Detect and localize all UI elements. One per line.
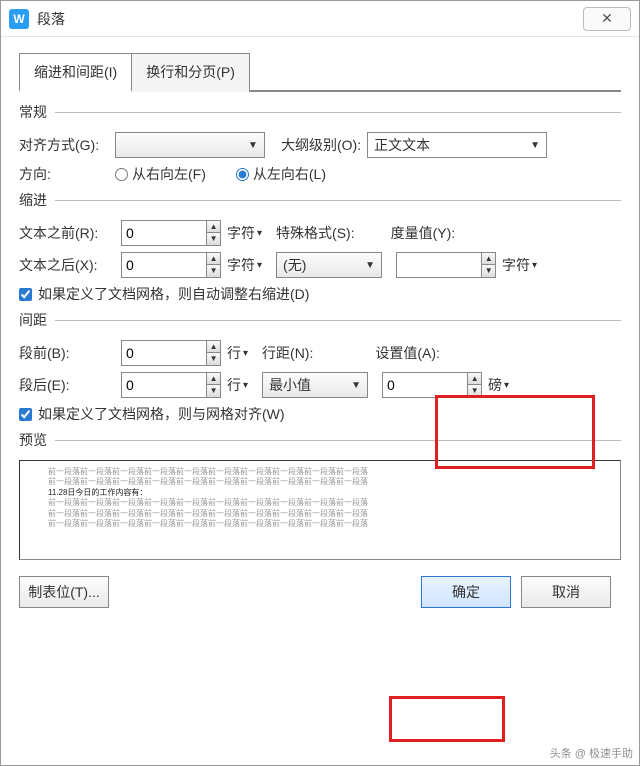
spin-up-icon: ▲ bbox=[207, 253, 220, 265]
chevron-down-icon: ▼ bbox=[528, 140, 542, 151]
spin-down-icon: ▼ bbox=[468, 385, 481, 397]
measure-spin[interactable]: ▲▼ bbox=[396, 252, 496, 278]
close-button[interactable]: ✕ bbox=[583, 7, 631, 31]
align-label: 对齐方式(G): bbox=[19, 135, 109, 155]
spacing-grid-check[interactable]: 如果定义了文档网格，则与网格对齐(W) bbox=[19, 404, 285, 424]
spin-up-icon: ▲ bbox=[207, 341, 220, 353]
special-combo[interactable]: (无) ▼ bbox=[276, 252, 382, 278]
indent-grid-check[interactable]: 如果定义了文档网格，则自动调整右缩进(D) bbox=[19, 284, 309, 304]
spin-down-icon: ▼ bbox=[207, 265, 220, 277]
spin-down-icon: ▼ bbox=[207, 385, 220, 397]
indent-before-unit[interactable]: 字符▾ bbox=[227, 223, 262, 243]
indent-before-label: 文本之前(R): bbox=[19, 223, 115, 243]
indent-before-spin[interactable]: ▲▼ bbox=[121, 220, 221, 246]
chevron-down-icon: ▼ bbox=[246, 140, 260, 151]
space-after-unit[interactable]: 行▾ bbox=[227, 375, 248, 395]
space-before-spin[interactable]: ▲▼ bbox=[121, 340, 221, 366]
direction-label: 方向: bbox=[19, 164, 109, 184]
window-title: 段落 bbox=[37, 9, 583, 29]
indent-after-spin[interactable]: ▲▼ bbox=[121, 252, 221, 278]
preview-box: 前一段落前一段落前一段落前一段落前一段落前一段落前一段落前一段落前一段落前一段落… bbox=[19, 460, 621, 560]
tab-pagination[interactable]: 换行和分页(P) bbox=[132, 53, 250, 92]
watermark: 头条 @ 极速手助 bbox=[550, 745, 633, 761]
line-spacing-label: 行距(N): bbox=[262, 343, 313, 363]
space-before-label: 段前(B): bbox=[19, 343, 115, 363]
ok-button[interactable]: 确定 bbox=[421, 576, 511, 608]
app-icon: W bbox=[9, 9, 29, 29]
special-label: 特殊格式(S): bbox=[276, 223, 355, 243]
section-general-title: 常规 bbox=[19, 102, 47, 122]
section-indent-title: 缩进 bbox=[19, 190, 47, 210]
spin-down-icon: ▼ bbox=[482, 265, 495, 277]
outline-label: 大纲级别(O): bbox=[281, 135, 361, 155]
align-combo[interactable]: ▼ bbox=[115, 132, 265, 158]
tab-indent-spacing[interactable]: 缩进和间距(I) bbox=[19, 53, 132, 92]
spin-up-icon: ▲ bbox=[468, 373, 481, 385]
set-value-unit[interactable]: 磅▾ bbox=[488, 375, 509, 395]
space-after-spin[interactable]: ▲▼ bbox=[121, 372, 221, 398]
outline-combo[interactable]: 正文文本 ▼ bbox=[367, 132, 547, 158]
indent-after-unit[interactable]: 字符▾ bbox=[227, 255, 262, 275]
tab-bar: 缩进和间距(I) 换行和分页(P) bbox=[19, 51, 621, 92]
spin-up-icon: ▲ bbox=[482, 253, 495, 265]
spin-up-icon: ▲ bbox=[207, 221, 220, 233]
section-spacing-title: 间距 bbox=[19, 310, 47, 330]
cancel-button[interactable]: 取消 bbox=[521, 576, 611, 608]
chevron-down-icon: ▼ bbox=[349, 380, 363, 391]
chevron-down-icon: ▼ bbox=[363, 260, 377, 271]
spin-up-icon: ▲ bbox=[207, 373, 220, 385]
line-spacing-combo[interactable]: 最小值 ▼ bbox=[262, 372, 368, 398]
measure-label: 度量值(Y): bbox=[391, 223, 456, 243]
tabs-button[interactable]: 制表位(T)... bbox=[19, 576, 109, 608]
measure-unit[interactable]: 字符▾ bbox=[502, 255, 537, 275]
highlight-ok-button bbox=[389, 696, 505, 742]
space-after-label: 段后(E): bbox=[19, 375, 115, 395]
spin-down-icon: ▼ bbox=[207, 353, 220, 365]
set-value-spin[interactable]: ▲▼ bbox=[382, 372, 482, 398]
space-before-unit[interactable]: 行▾ bbox=[227, 343, 248, 363]
set-value-label: 设置值(A): bbox=[375, 343, 440, 363]
indent-after-label: 文本之后(X): bbox=[19, 255, 115, 275]
section-preview-title: 预览 bbox=[19, 430, 47, 450]
spin-down-icon: ▼ bbox=[207, 233, 220, 245]
direction-rtl-radio[interactable]: 从右向左(F) bbox=[115, 164, 206, 184]
direction-ltr-radio[interactable]: 从左向右(L) bbox=[236, 164, 326, 184]
